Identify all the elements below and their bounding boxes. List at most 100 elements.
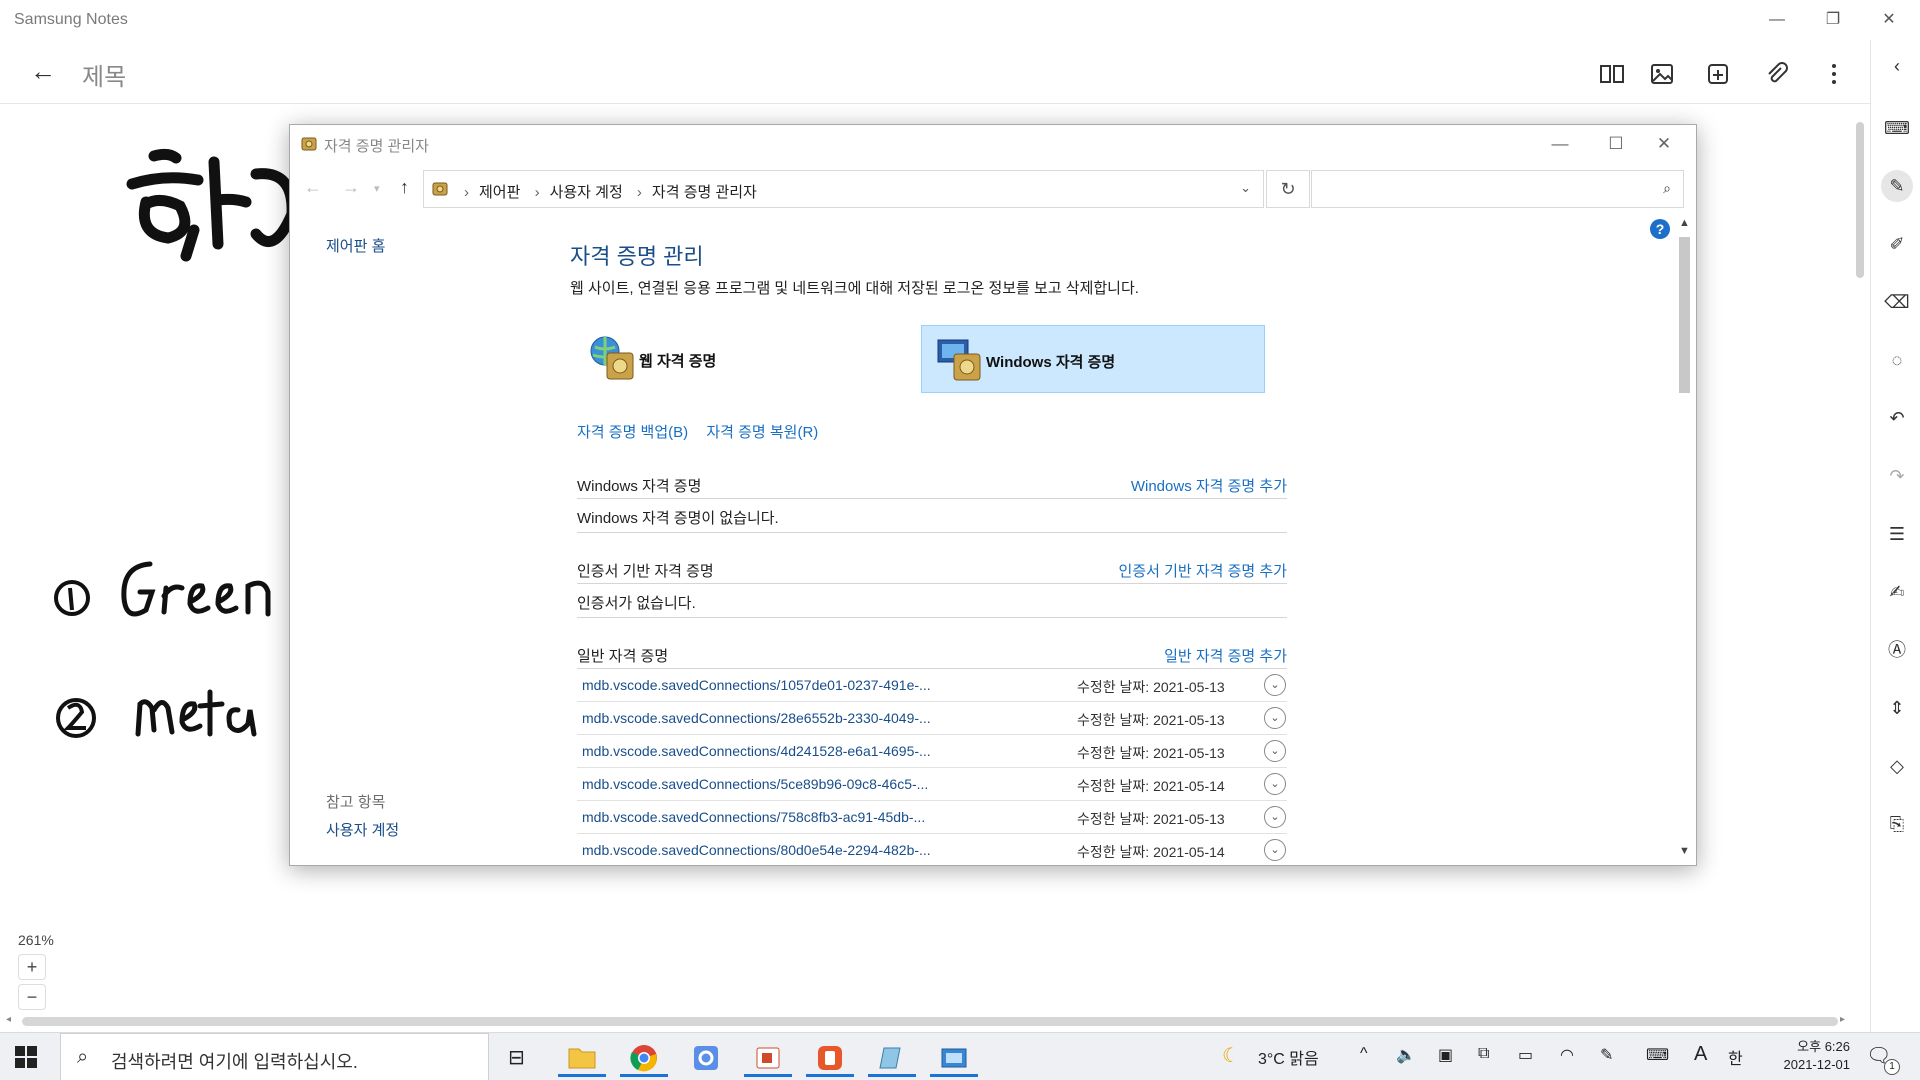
breadcrumb-item[interactable]: 사용자 계정: [550, 184, 623, 201]
modified-date: 수정한 날짜: 2021-05-14: [1077, 842, 1225, 862]
image-icon[interactable]: [1648, 60, 1676, 88]
restore-credentials-link[interactable]: 자격 증명 복원(R): [706, 424, 818, 441]
lasso-icon[interactable]: ◌: [1881, 344, 1913, 376]
insert-icon[interactable]: [1704, 60, 1732, 88]
weather-text[interactable]: 3°C 맑음: [1258, 1045, 1319, 1069]
capture-icon[interactable]: ⧉: [1478, 1045, 1489, 1063]
help-icon[interactable]: ?: [1650, 219, 1670, 239]
pen-icon[interactable]: ✎: [1881, 170, 1913, 202]
expand-chevron-icon[interactable]: ⌄: [1264, 773, 1286, 795]
file-explorer-icon[interactable]: [554, 1037, 610, 1077]
more-options-icon[interactable]: [1820, 60, 1848, 88]
credential-row[interactable]: mdb.vscode.savedConnections/80d0e54e-229…: [577, 834, 1287, 865]
handwriting-to-text-icon[interactable]: ✍: [1881, 576, 1913, 608]
up-arrow-icon[interactable]: ↑: [400, 177, 409, 198]
refresh-button[interactable]: ↻: [1266, 170, 1310, 208]
eraser-icon[interactable]: ⌫: [1881, 286, 1913, 318]
taskbar-clock[interactable]: 오후 6:26 2021-12-01: [1760, 1038, 1851, 1074]
expand-chevron-icon[interactable]: ⌄: [1264, 740, 1286, 762]
credential-row[interactable]: mdb.vscode.savedConnections/4d241528-e6a…: [577, 735, 1287, 768]
add-windows-credential-link[interactable]: Windows 자격 증명 추가: [1131, 475, 1287, 496]
scroll-thumb[interactable]: [1856, 122, 1864, 278]
forward-arrow-icon[interactable]: →: [342, 177, 360, 198]
windows-credentials-tile[interactable]: Windows 자격 증명: [921, 325, 1265, 393]
active-indicator: [806, 1074, 854, 1077]
text-size-icon[interactable]: ⇕: [1881, 692, 1913, 724]
lock-page-icon[interactable]: ⎘: [1881, 808, 1913, 840]
credential-name: mdb.vscode.savedConnections/1057de01-023…: [582, 677, 931, 693]
add-certificate-credential-link[interactable]: 인증서 기반 자격 증명 추가: [1119, 560, 1287, 581]
search-icon[interactable]: ⌕: [1663, 180, 1671, 197]
attach-icon[interactable]: [1762, 60, 1790, 88]
back-arrow-icon[interactable]: ←: [30, 56, 56, 87]
expand-chevron-icon[interactable]: ⌄: [1264, 674, 1286, 696]
credential-row[interactable]: mdb.vscode.savedConnections/758c8fb3-ac9…: [577, 801, 1287, 834]
wifi-icon[interactable]: ◠: [1560, 1045, 1574, 1065]
chrome-icon[interactable]: [616, 1037, 672, 1077]
shapes-icon[interactable]: ◇: [1881, 750, 1913, 782]
close-button[interactable]: ✕: [1636, 129, 1692, 159]
content-scrollbar[interactable]: ▲ ▼: [1676, 217, 1693, 861]
backup-restore-links: 자격 증명 백업(B) 자격 증명 복원(R): [577, 421, 832, 442]
restore-button[interactable]: ❐: [1806, 6, 1860, 34]
pen-menu-icon[interactable]: ✎: [1600, 1045, 1613, 1065]
credential-row[interactable]: mdb.vscode.savedConnections/28e6552b-233…: [577, 702, 1287, 735]
address-bar[interactable]: › 제어판 › 사용자 계정 › 자격 증명 관리자 ⌄: [423, 170, 1264, 208]
scroll-thumb[interactable]: [1679, 237, 1690, 393]
taskbar-search-box[interactable]: ⌕ 검색하려면 여기에 입력하십시오.: [60, 1033, 489, 1080]
scroll-thumb[interactable]: [22, 1017, 1838, 1026]
back-arrow-icon[interactable]: ←: [304, 177, 322, 198]
minimize-button[interactable]: —: [1532, 129, 1588, 159]
settings-app-icon[interactable]: [678, 1037, 734, 1077]
input-indicator-han[interactable]: 한: [1728, 1045, 1743, 1069]
touch-keyboard-icon[interactable]: ⌨: [1646, 1045, 1669, 1065]
address-dropdown-chevron-icon[interactable]: ⌄: [1240, 180, 1251, 196]
book-view-icon[interactable]: [1598, 60, 1626, 88]
user-accounts-link[interactable]: 사용자 계정: [326, 819, 399, 840]
samsung-notes-taskbar-icon[interactable]: [864, 1037, 920, 1077]
note-title[interactable]: 제목: [82, 57, 126, 92]
credential-row[interactable]: mdb.vscode.savedConnections/1057de01-023…: [577, 669, 1287, 702]
font-style-icon[interactable]: Ⓐ: [1881, 634, 1913, 666]
input-indicator-a[interactable]: A: [1694, 1043, 1707, 1066]
minimize-button[interactable]: —: [1750, 6, 1804, 34]
meet-now-icon[interactable]: ▣: [1438, 1045, 1453, 1065]
keyboard-icon[interactable]: ⌨: [1881, 112, 1913, 144]
scroll-up-icon[interactable]: ▲: [1676, 217, 1693, 229]
battery-icon[interactable]: ▭: [1518, 1045, 1533, 1065]
backup-credentials-link[interactable]: 자격 증명 백업(B): [577, 424, 688, 441]
windows-start-icon[interactable]: [14, 1045, 38, 1069]
scroll-down-icon[interactable]: ▼: [1676, 845, 1693, 857]
collapse-chevron-icon[interactable]: ‹: [1881, 50, 1913, 82]
undo-icon[interactable]: ↶: [1881, 402, 1913, 434]
breadcrumb-item[interactable]: 자격 증명 관리자: [652, 184, 757, 201]
search-box[interactable]: ⌕: [1311, 170, 1684, 208]
expand-chevron-icon[interactable]: ⌄: [1264, 806, 1286, 828]
zoom-out-button[interactable]: −: [18, 984, 46, 1010]
highlighter-icon[interactable]: ✐: [1881, 228, 1913, 260]
close-button[interactable]: ✕: [1862, 6, 1916, 34]
redo-icon[interactable]: ↷: [1881, 460, 1913, 492]
weather-moon-icon[interactable]: ☾: [1222, 1043, 1240, 1068]
recent-locations-chevron-icon[interactable]: ▾: [374, 182, 380, 195]
add-generic-credential-link[interactable]: 일반 자격 증명 추가: [1164, 645, 1287, 666]
search-input[interactable]: [1318, 177, 1638, 201]
scroll-left-icon[interactable]: ◂: [6, 1014, 11, 1025]
web-credentials-tile[interactable]: 웹 자격 증명: [575, 325, 919, 393]
show-hidden-icons-chevron-icon[interactable]: ^: [1360, 1045, 1368, 1063]
task-view-icon[interactable]: ⊟: [492, 1037, 548, 1077]
note-horizontal-scrollbar[interactable]: ◂ ▸: [0, 1012, 1868, 1032]
presentation-app-icon[interactable]: [740, 1037, 796, 1077]
text-align-icon[interactable]: ☰: [1881, 518, 1913, 550]
credential-row[interactable]: mdb.vscode.savedConnections/5ce89b96-09c…: [577, 768, 1287, 801]
scroll-right-icon[interactable]: ▸: [1840, 1014, 1845, 1025]
breadcrumb-item[interactable]: 제어판: [479, 184, 520, 201]
powerpoint-icon[interactable]: [802, 1037, 858, 1077]
note-vertical-scrollbar[interactable]: [1852, 104, 1868, 1020]
control-panel-taskbar-icon[interactable]: [926, 1037, 982, 1077]
expand-chevron-icon[interactable]: ⌄: [1264, 839, 1286, 861]
expand-chevron-icon[interactable]: ⌄: [1264, 707, 1286, 729]
control-panel-home-link[interactable]: 제어판 홈: [326, 235, 385, 256]
zoom-in-button[interactable]: +: [18, 954, 46, 980]
volume-icon[interactable]: 🔈: [1396, 1045, 1416, 1065]
